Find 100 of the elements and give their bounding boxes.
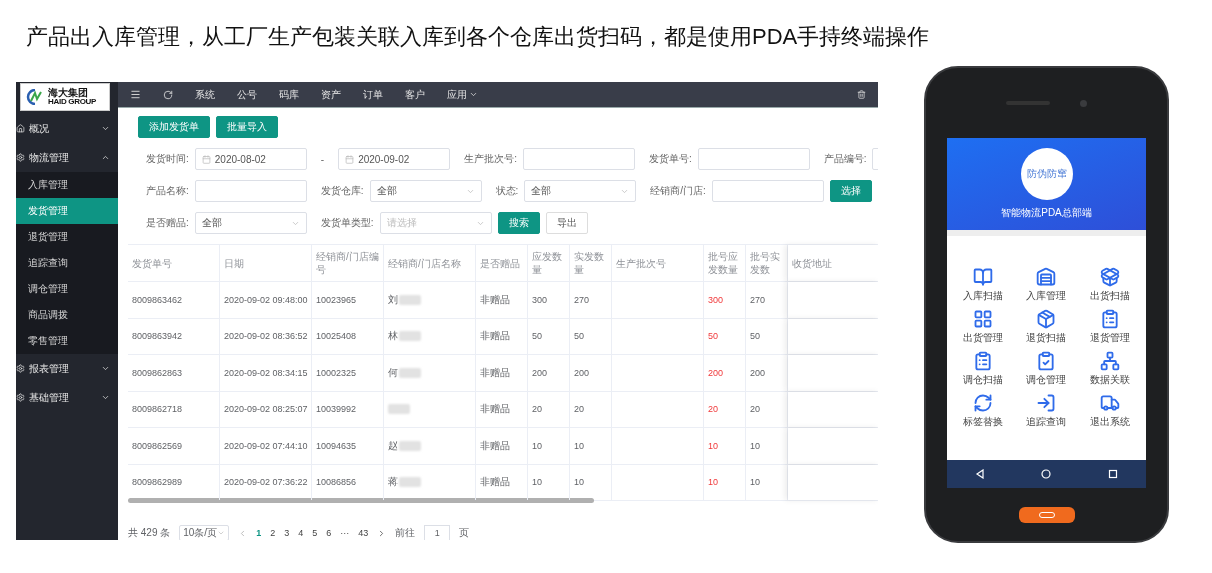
- button[interactable]: 导出: [545, 212, 588, 234]
- sidebar-subitem[interactable]: 入库管理: [16, 172, 118, 198]
- sidebar-subitem[interactable]: 零售管理: [16, 328, 118, 354]
- column-header: 是否赠品: [476, 245, 528, 281]
- app-tile[interactable]: 入库管理: [1014, 267, 1079, 303]
- app-tile[interactable]: 退出系统: [1078, 393, 1142, 429]
- table-cell: 200: [704, 355, 746, 391]
- slide-heading: 产品出入库管理，从工厂生产包装关联入库到各个仓库出货扫码，都是使用PDA手持终端操作: [26, 23, 931, 51]
- range-separator: -: [320, 153, 325, 165]
- nav-item[interactable]: 应用: [447, 87, 478, 102]
- blurred-text: [399, 440, 421, 451]
- logo-mark-icon: [25, 89, 45, 105]
- nav-item[interactable]: 订单: [363, 87, 383, 102]
- column-header: 应发数量: [528, 245, 570, 281]
- home-icon[interactable]: [1041, 469, 1052, 479]
- app-tile[interactable]: 数据关联: [1078, 351, 1142, 387]
- table-cell: 8009862863: [128, 355, 220, 391]
- sidebar-subitem[interactable]: 退货管理: [16, 224, 118, 250]
- app-tile[interactable]: 追踪查询: [1014, 393, 1079, 429]
- sidebar-subitem[interactable]: 商品调拨: [16, 302, 118, 328]
- caret-down-icon: [469, 90, 478, 99]
- action-button[interactable]: 添加发货单: [138, 116, 210, 138]
- refresh-icon[interactable]: [163, 89, 173, 100]
- nav-item[interactable]: 客户: [405, 87, 425, 102]
- caret-down-icon: [101, 124, 110, 133]
- caret-down-icon: [101, 364, 110, 373]
- total-count: 共 429 条: [128, 526, 171, 540]
- input-field[interactable]: [711, 180, 824, 202]
- page-input[interactable]: 1: [424, 525, 451, 540]
- nav-item[interactable]: 公号: [237, 87, 257, 102]
- scrollbar[interactable]: [128, 498, 594, 503]
- blurred-text: [399, 331, 421, 342]
- page-number[interactable]: 43: [358, 528, 369, 538]
- page-number[interactable]: 5: [312, 528, 318, 538]
- table-cell: 10023965: [312, 282, 384, 318]
- column-header: 实发数量: [570, 245, 612, 281]
- calendar-icon: [345, 154, 355, 164]
- input-field[interactable]: [194, 180, 307, 202]
- input-field[interactable]: [522, 148, 635, 170]
- sidebar-item[interactable]: 物流管理: [16, 143, 118, 172]
- trash-icon[interactable]: [857, 90, 866, 99]
- select-field[interactable]: 全部: [369, 180, 482, 202]
- menu-icon[interactable]: [130, 89, 141, 100]
- page-size-select[interactable]: 10条/页: [179, 525, 230, 540]
- app-tile[interactable]: 调仓管理: [1014, 351, 1079, 387]
- filter-label: 生产批次号:: [464, 152, 517, 166]
- primary-button[interactable]: 选择: [829, 180, 872, 202]
- app-tile[interactable]: 入库扫描: [951, 267, 1015, 303]
- home-key[interactable]: [1018, 506, 1075, 523]
- page-number[interactable]: 4: [298, 528, 304, 538]
- primary-button[interactable]: 搜索: [497, 212, 540, 234]
- app-tile[interactable]: 退货管理: [1078, 309, 1142, 345]
- app-tile[interactable]: 出货管理: [951, 309, 1015, 345]
- table-cell: 10: [704, 464, 746, 500]
- app-tile[interactable]: 标签替换: [951, 393, 1015, 429]
- app-tile[interactable]: 退货扫描: [1014, 309, 1079, 345]
- select-field[interactable]: 全部: [524, 180, 637, 202]
- table-cell: 2020-09-02 08:36:52: [220, 318, 312, 354]
- select-field[interactable]: 全部: [194, 212, 307, 234]
- sidebar-subitem[interactable]: 发货管理: [16, 198, 118, 224]
- action-button[interactable]: 批量导入: [216, 116, 278, 138]
- clipboard-icon: [972, 351, 993, 371]
- clipboard-check-icon: [1036, 351, 1057, 371]
- app-tile[interactable]: 出货扫描: [1078, 267, 1142, 303]
- back-icon[interactable]: [975, 469, 986, 479]
- page-number[interactable]: 6: [326, 528, 332, 538]
- page-number[interactable]: 3: [284, 528, 290, 538]
- nav-item[interactable]: 系统: [195, 87, 215, 102]
- table-cell: 非赠品: [476, 318, 528, 354]
- page-suffix: 页: [459, 526, 470, 540]
- sidebar-item[interactable]: 概况: [16, 114, 118, 143]
- recent-apps-icon[interactable]: [1107, 469, 1118, 479]
- column-header: 发货单号: [128, 245, 220, 281]
- table-cell: 8009862569: [128, 428, 220, 464]
- date-field[interactable]: 2020-09-02: [338, 148, 451, 170]
- camera-dot: [1080, 99, 1087, 107]
- table-cell: 20: [528, 391, 570, 427]
- app-logo: 防伪防窜: [1020, 148, 1073, 200]
- table-cell: 2020-09-02 07:44:10: [220, 428, 312, 464]
- input-field[interactable]: [697, 148, 810, 170]
- refresh-icon: [972, 393, 993, 413]
- page-number[interactable]: ···: [340, 528, 350, 538]
- box-icon: [1036, 309, 1057, 329]
- column-header: 生产批次号: [612, 245, 704, 281]
- page-number[interactable]: 1: [256, 528, 262, 538]
- sidebar-subitem[interactable]: 追踪查询: [16, 250, 118, 276]
- app-tile[interactable]: 调仓扫描: [951, 351, 1015, 387]
- table-cell: 10: [528, 428, 570, 464]
- sidebar-item[interactable]: 基础管理: [16, 383, 118, 412]
- column-header: 批号应发数量: [704, 245, 746, 281]
- nav-item[interactable]: 资产: [321, 87, 341, 102]
- nav-item[interactable]: 码库: [279, 87, 299, 102]
- date-field[interactable]: 2020-08-02: [194, 148, 307, 170]
- page-number[interactable]: 2: [270, 528, 276, 538]
- caret-up-icon: [101, 153, 110, 162]
- sidebar-subitem[interactable]: 调仓管理: [16, 276, 118, 302]
- sidebar-item[interactable]: 报表管理: [16, 354, 118, 383]
- table-cell: 赵: [388, 438, 398, 453]
- settings-icon: [16, 364, 25, 373]
- logo: 海大集团 HAID GROUP: [20, 83, 110, 111]
